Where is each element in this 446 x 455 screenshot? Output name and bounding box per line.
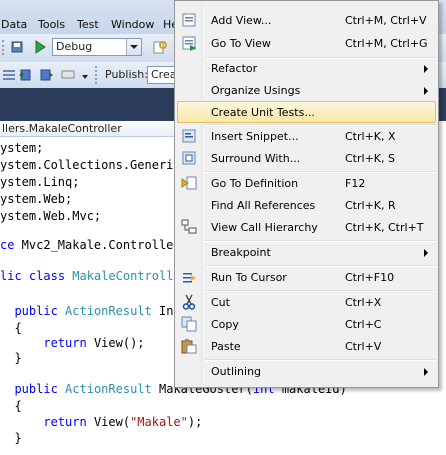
- menu-item-shortcut: Ctrl+X: [345, 296, 382, 309]
- menu-item-copy[interactable]: Copy Ctrl+C: [177, 313, 436, 335]
- menu-item-label: Surround With...: [211, 152, 301, 165]
- solution-config-combo[interactable]: Debug: [52, 38, 142, 56]
- submenu-arrow-icon: [424, 65, 428, 73]
- menu-item-go-to-view[interactable]: Go To View Ctrl+M, Ctrl+G: [177, 32, 436, 54]
- code-line: ce Mvc2_Makale.Controller: [0, 238, 181, 252]
- bookmark-next-icon[interactable]: [38, 67, 54, 83]
- code-line: lic class MakaleControlle: [0, 269, 181, 283]
- code-line: ystem.Collections.Generic: [0, 158, 181, 172]
- code-line: public ActionResult Inde: [14, 304, 188, 318]
- menu-item-label: Run To Cursor: [211, 271, 287, 284]
- menu-item-view-call-hierarchy[interactable]: View Call Hierarchy Ctrl+K, Ctrl+T: [177, 216, 436, 238]
- menu-item-shortcut: Ctrl+C: [345, 318, 382, 331]
- menu-item-label: Add View...: [211, 14, 272, 27]
- menu-item-organize-usings[interactable]: Organize Usings: [177, 79, 436, 101]
- menu-item-run-to-cursor[interactable]: Run To Cursor Ctrl+F10: [177, 266, 436, 288]
- menu-item-label: Organize Usings: [211, 84, 301, 97]
- code-line: }: [0, 351, 22, 365]
- publish-label: Publish:: [105, 68, 148, 81]
- menu-item-label: Outlining: [211, 365, 262, 378]
- go-to-definition-icon: [181, 176, 197, 190]
- save-all-icon[interactable]: [10, 39, 26, 55]
- menu-item-label: Insert Snippet...: [211, 130, 299, 143]
- menu-item-cut[interactable]: Cut Ctrl+X: [177, 291, 436, 313]
- menu-test[interactable]: Test: [77, 18, 99, 31]
- insert-snippet-icon: [182, 129, 196, 143]
- chevron-down-icon[interactable]: [126, 39, 141, 55]
- menu-item-label: Paste: [211, 340, 241, 353]
- menu-item-shortcut: Ctrl+K, S: [345, 152, 395, 165]
- code-line: return View("Makale");: [43, 415, 203, 429]
- menu-item-outlining[interactable]: Outlining: [177, 360, 436, 382]
- menu-item-shortcut: Ctrl+K, Ctrl+T: [345, 221, 424, 234]
- run-to-cursor-icon: [183, 273, 196, 283]
- call-hierarchy-icon: [181, 219, 197, 234]
- code-line: ystem;: [0, 141, 44, 155]
- toolbar-overflow-icon[interactable]: [82, 70, 88, 80]
- comment-icon[interactable]: [60, 67, 76, 83]
- menu-item-paste[interactable]: Paste Ctrl+V: [177, 335, 436, 357]
- menu-item-go-to-definition[interactable]: Go To Definition F12: [177, 172, 436, 194]
- code-line: ystem.Web;: [0, 192, 73, 206]
- cut-icon: [182, 294, 196, 310]
- code-line: return View();: [43, 336, 145, 350]
- menu-item-shortcut: F12: [345, 177, 366, 190]
- menu-item-label: Go To Definition: [211, 177, 299, 190]
- code-line: }: [0, 431, 22, 445]
- menu-item-label: Find All References: [211, 199, 316, 212]
- submenu-arrow-icon: [424, 249, 428, 257]
- bookmark-prev-icon[interactable]: [18, 67, 34, 83]
- code-line: {: [0, 321, 22, 335]
- menu-item-label: Cut: [211, 296, 230, 309]
- copy-icon: [181, 316, 197, 332]
- menu-item-label: View Call Hierarchy: [211, 221, 318, 234]
- menu-item-shortcut: Ctrl+V: [345, 340, 382, 353]
- code-line: {: [0, 399, 22, 413]
- menu-item-shortcut: Ctrl+M, Ctrl+G: [345, 37, 428, 50]
- start-debugging-icon[interactable]: [32, 39, 48, 55]
- menu-item-shortcut: Ctrl+M, Ctrl+V: [345, 14, 427, 27]
- menu-item-label: Refactor: [211, 62, 258, 75]
- add-view-icon: [182, 13, 196, 27]
- surround-with-icon: [182, 151, 196, 165]
- menu-item-insert-snippet[interactable]: Insert Snippet... Ctrl+K, X: [177, 125, 436, 147]
- toolbar-grip[interactable]: [2, 40, 10, 55]
- menu-tools[interactable]: Tools: [38, 18, 65, 31]
- paste-icon: [181, 339, 197, 354]
- menu-item-create-unit-tests[interactable]: Create Unit Tests...: [177, 101, 436, 123]
- menu-item-label: Breakpoint: [211, 246, 271, 259]
- solution-config-value: Debug: [56, 40, 93, 53]
- menu-item-breakpoint[interactable]: Breakpoint: [177, 241, 436, 263]
- menu-item-find-all-references[interactable]: Find All References Ctrl+K, R: [177, 194, 436, 216]
- indent-icon[interactable]: [1, 67, 17, 83]
- menu-item-shortcut: Ctrl+F10: [345, 271, 395, 284]
- menu-item-add-view[interactable]: Add View... Ctrl+M, Ctrl+V: [177, 9, 436, 31]
- go-to-view-icon: [182, 36, 196, 51]
- menu-item-label: Go To View: [211, 37, 271, 50]
- menu-item-shortcut: Ctrl+K, X: [345, 130, 396, 143]
- menu-item-label: Copy: [211, 318, 239, 331]
- menu-item-surround-with[interactable]: Surround With... Ctrl+K, S: [177, 147, 436, 169]
- code-line: ystem.Linq;: [0, 175, 80, 189]
- menu-item-refactor[interactable]: Refactor: [177, 57, 436, 79]
- tab-makale-controller[interactable]: llers.MakaleController: [0, 121, 190, 137]
- submenu-arrow-icon: [424, 368, 428, 376]
- menu-item-label: Create Unit Tests...: [211, 106, 315, 119]
- editor-context-menu: Add View... Ctrl+M, Ctrl+V Go To View Ct…: [174, 0, 439, 388]
- menu-window[interactable]: Window: [111, 18, 154, 31]
- toolbar-grip[interactable]: [95, 66, 101, 84]
- find-in-files-icon[interactable]: [152, 39, 168, 55]
- menu-data[interactable]: Data: [1, 18, 27, 31]
- submenu-arrow-icon: [424, 87, 428, 95]
- code-line: ystem.Web.Mvc;: [0, 209, 102, 223]
- menu-item-shortcut: Ctrl+K, R: [345, 199, 396, 212]
